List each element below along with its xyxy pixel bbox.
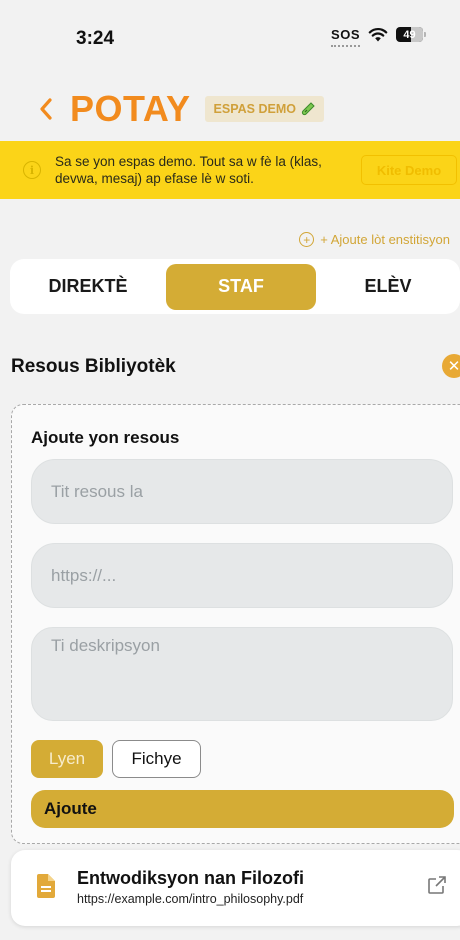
chevron-left-icon	[40, 98, 52, 120]
status-bar: 3:24 SOS 49	[0, 0, 460, 80]
exit-demo-button[interactable]: Kite Demo	[361, 155, 457, 185]
battery-icon: 49	[396, 27, 426, 42]
external-link-icon[interactable]	[427, 875, 447, 895]
back-button[interactable]	[36, 94, 56, 124]
form-title: Ajoute yon resous	[31, 428, 180, 447]
resource-description-input[interactable]: Ti deskripsyon	[31, 627, 453, 721]
info-icon: i	[23, 161, 41, 179]
plus-circle-icon: +	[299, 232, 315, 247]
demo-banner-text: Sa se yon espas demo. Tout sa w fè la (k…	[55, 154, 322, 186]
close-library-button[interactable]: ✕	[442, 354, 460, 378]
resource-title-input[interactable]: Tit resous la	[31, 459, 453, 524]
status-time: 3:24	[76, 28, 115, 49]
close-icon: ✕	[447, 358, 460, 375]
add-resource-form: Ajoute yon resous Tit resous la https://…	[11, 404, 460, 844]
demo-badge: ESPAS DEMO	[204, 96, 324, 122]
status-indicators: SOS 49	[331, 27, 426, 47]
add-institution-label: + Ajoute lòt enstitisyon	[320, 232, 450, 247]
type-file-button[interactable]: Fichye	[112, 740, 201, 778]
sos-indicator: SOS	[331, 27, 360, 47]
demo-banner: i Sa se yon espas demo. Tout sa w fè la …	[0, 141, 460, 199]
document-icon	[37, 874, 55, 898]
role-tabs: DIREKTÈ STAF ELÈV	[10, 259, 460, 314]
add-institution-link[interactable]: + + Ajoute lòt enstitisyon	[299, 232, 450, 247]
tab-direkte[interactable]: DIREKTÈ	[10, 264, 166, 310]
battery-level: 49	[403, 28, 416, 41]
resource-list-item[interactable]: Entwodiksyon nan Filozofi https://exampl…	[11, 850, 460, 926]
test-tube-icon	[301, 102, 315, 116]
library-title: Resous Bibliyotèk	[11, 356, 176, 377]
wifi-icon	[368, 27, 388, 42]
tab-staf[interactable]: STAF	[166, 263, 316, 310]
demo-badge-label: ESPAS DEMO	[213, 102, 296, 116]
tab-elev[interactable]: ELÈV	[316, 264, 460, 310]
resource-title: Entwodiksyon nan Filozofi	[77, 868, 304, 888]
brand-logo: POTAY	[70, 88, 191, 129]
app-header: POTAY ESPAS DEMO	[36, 86, 324, 132]
resource-url-input[interactable]: https://...	[31, 543, 453, 608]
add-resource-button[interactable]: Ajoute	[31, 790, 454, 828]
type-link-button[interactable]: Lyen	[31, 740, 103, 778]
resource-url: https://example.com/intro_philosophy.pdf	[77, 892, 304, 906]
